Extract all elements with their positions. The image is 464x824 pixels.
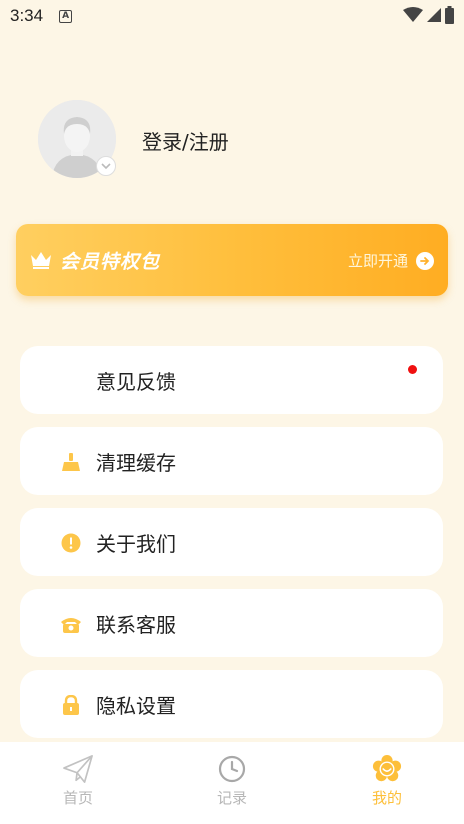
clock-icon <box>217 754 247 784</box>
tab-mine[interactable]: 我的 <box>327 742 447 824</box>
vip-banner[interactable]: 会员特权包 立即开通 <box>16 224 448 296</box>
paper-plane-icon <box>63 754 93 784</box>
avatar-dropdown-badge[interactable] <box>96 156 116 176</box>
broom-icon <box>60 451 82 473</box>
menu-item-clear-cache[interactable]: 清理缓存 <box>20 427 443 495</box>
menu-item-privacy-settings[interactable]: 隐私设置 <box>20 670 443 738</box>
crown-icon <box>31 252 51 269</box>
bottom-tab-bar: 首页 记录 我的 <box>0 742 464 824</box>
tab-label: 首页 <box>62 789 93 807</box>
wifi-icon <box>403 7 423 22</box>
tab-label: 我的 <box>371 789 402 807</box>
notification-icon: A <box>59 9 73 23</box>
chevron-down-icon <box>101 163 111 170</box>
signal-icon <box>427 8 441 22</box>
menu-item-label: 关于我们 <box>96 532 176 556</box>
phone-icon <box>60 613 82 635</box>
status-icons <box>403 6 454 24</box>
vip-title: 会员特权包 <box>60 250 161 273</box>
status-time: 3:34 <box>10 6 44 25</box>
menu-item-label: 意见反馈 <box>96 370 176 394</box>
flower-smile-icon <box>372 754 402 784</box>
info-alert-icon <box>60 532 82 554</box>
battery-icon <box>445 6 454 24</box>
notification-dot <box>408 365 417 374</box>
menu-item-about-us[interactable]: 关于我们 <box>20 508 443 576</box>
arrow-right-icon <box>416 251 434 270</box>
vip-open-label: 立即开通 <box>347 252 408 270</box>
tab-label: 记录 <box>216 789 247 807</box>
tab-records[interactable]: 记录 <box>172 742 292 824</box>
menu-item-label: 隐私设置 <box>96 694 176 718</box>
menu-item-label: 联系客服 <box>96 613 176 637</box>
status-bar: 3:34 A <box>0 0 464 32</box>
vip-open-button[interactable]: 立即开通 <box>348 250 434 271</box>
login-register-link[interactable]: 登录/注册 <box>142 126 229 155</box>
menu-item-customer-service[interactable]: 联系客服 <box>20 589 443 657</box>
menu-item-label: 清理缓存 <box>96 451 176 475</box>
lock-icon <box>60 694 82 716</box>
menu-item-feedback[interactable]: 意见反馈 <box>20 346 443 414</box>
tab-home[interactable]: 首页 <box>18 742 138 824</box>
